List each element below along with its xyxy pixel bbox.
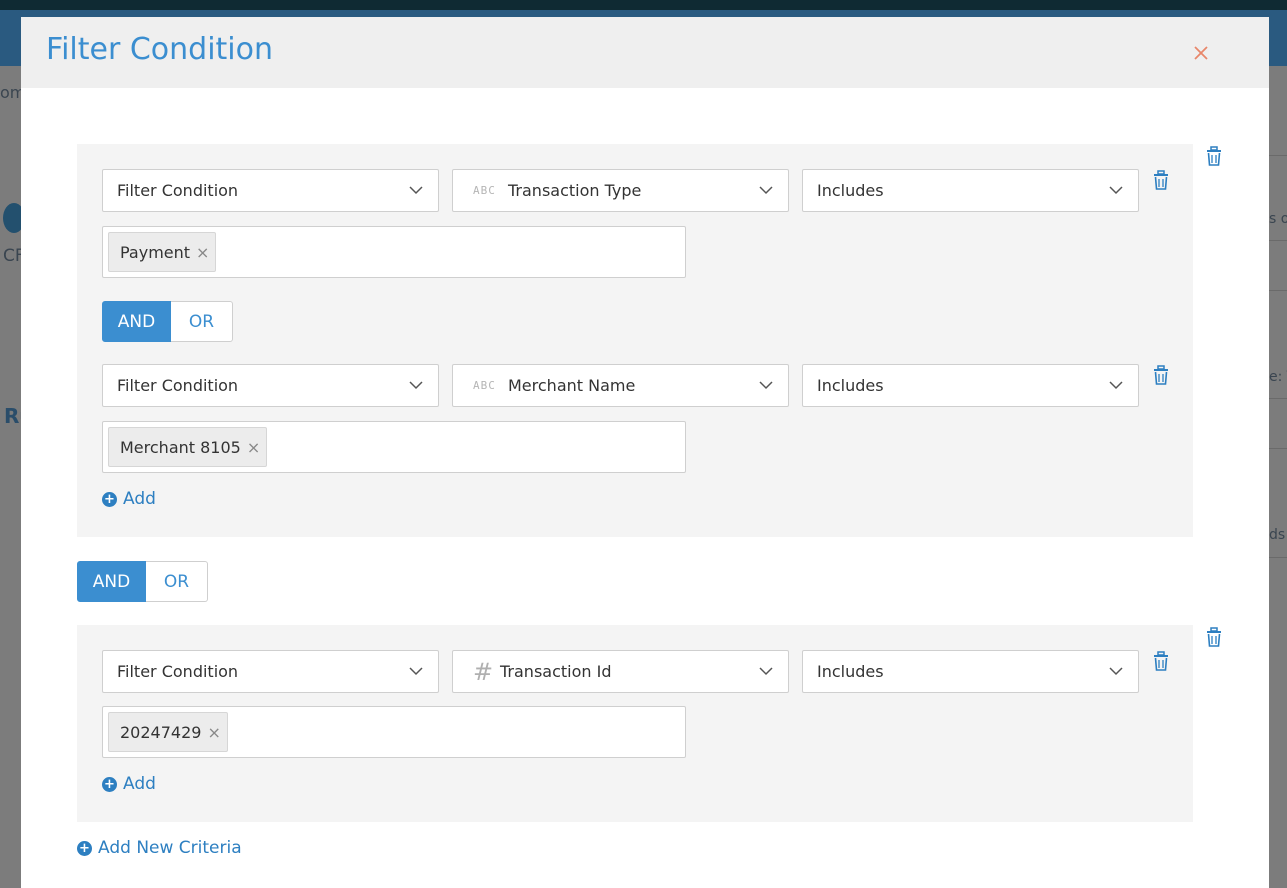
condition-select-value: Filter Condition xyxy=(117,181,239,200)
chevron-down-icon xyxy=(1109,186,1123,195)
chevron-down-icon xyxy=(1109,667,1123,676)
or-button[interactable]: OR xyxy=(146,561,208,602)
modal-title: Filter Condition xyxy=(46,32,273,67)
trash-icon[interactable] xyxy=(1152,650,1170,672)
operator-select-value: Includes xyxy=(817,376,884,395)
text-type-icon: ABC xyxy=(473,379,496,392)
field-select-value: Transaction Id xyxy=(500,662,612,681)
field-select[interactable]: ABC Merchant Name xyxy=(452,364,789,407)
values-input[interactable]: Merchant 8105 × xyxy=(102,421,686,473)
number-type-icon: # xyxy=(473,658,494,686)
app-top-bar xyxy=(0,0,1287,10)
value-tag-label: Merchant 8105 xyxy=(120,437,241,457)
and-button[interactable]: AND xyxy=(77,561,146,602)
tag-remove-icon[interactable]: × xyxy=(196,243,209,262)
tag-remove-icon[interactable]: × xyxy=(247,438,260,457)
add-condition-label: Add xyxy=(123,489,156,509)
text-type-icon: ABC xyxy=(473,184,496,197)
chevron-down-icon xyxy=(759,667,773,676)
chevron-down-icon xyxy=(409,381,423,390)
trash-icon[interactable] xyxy=(1205,626,1223,648)
value-tag: Payment × xyxy=(108,232,217,272)
field-select[interactable]: ABC Transaction Type xyxy=(452,169,789,212)
trash-icon[interactable] xyxy=(1152,364,1170,386)
add-new-criteria-link[interactable]: + Add New Criteria xyxy=(77,838,242,858)
condition-select[interactable]: Filter Condition xyxy=(102,650,439,693)
tag-remove-icon[interactable]: × xyxy=(207,723,220,742)
add-condition-link[interactable]: + Add xyxy=(102,489,156,509)
trash-icon[interactable] xyxy=(1205,145,1223,167)
plus-circle-icon: + xyxy=(77,840,92,856)
operator-select[interactable]: Includes xyxy=(802,169,1139,212)
row-joiner-toggle: AND OR xyxy=(102,301,233,342)
background-text: s o xyxy=(1269,211,1287,227)
close-icon xyxy=(1194,46,1208,60)
operator-select[interactable]: Includes xyxy=(802,650,1139,693)
background-text: e: T xyxy=(1269,369,1287,385)
modal-header: Filter Condition xyxy=(21,17,1269,88)
or-button[interactable]: OR xyxy=(171,301,233,342)
add-condition-label: Add xyxy=(123,774,156,794)
values-input[interactable]: Payment × xyxy=(102,226,686,278)
criteria-group: Filter Condition # Transaction Id Includ… xyxy=(77,625,1193,822)
and-button[interactable]: AND xyxy=(102,301,171,342)
criteria-group: Filter Condition ABC Transaction Type In… xyxy=(77,144,1193,537)
condition-select[interactable]: Filter Condition xyxy=(102,364,439,407)
chevron-down-icon xyxy=(759,186,773,195)
value-tag: Merchant 8105 × xyxy=(108,427,268,467)
value-tag-label: Payment xyxy=(120,242,191,262)
operator-select[interactable]: Includes xyxy=(802,364,1139,407)
background-text: ds xyxy=(1269,527,1286,543)
condition-select-value: Filter Condition xyxy=(117,662,239,681)
chevron-down-icon xyxy=(409,186,423,195)
chevron-down-icon xyxy=(759,381,773,390)
group-joiner-toggle: AND OR xyxy=(77,561,208,602)
plus-circle-icon: + xyxy=(102,776,117,792)
condition-select-value: Filter Condition xyxy=(117,376,239,395)
condition-select[interactable]: Filter Condition xyxy=(102,169,439,212)
filter-condition-modal: Filter Condition Filter Condition ABC Tr… xyxy=(21,17,1269,888)
add-new-criteria-label: Add New Criteria xyxy=(98,838,242,858)
operator-select-value: Includes xyxy=(817,181,884,200)
close-button[interactable] xyxy=(1187,39,1215,67)
values-input[interactable]: 20247429 × xyxy=(102,706,686,758)
add-condition-link[interactable]: + Add xyxy=(102,774,156,794)
operator-select-value: Includes xyxy=(817,662,884,681)
value-tag-label: 20247429 xyxy=(120,722,202,742)
field-select[interactable]: # Transaction Id xyxy=(452,650,789,693)
chevron-down-icon xyxy=(1109,381,1123,390)
plus-circle-icon: + xyxy=(102,491,117,507)
chevron-down-icon xyxy=(409,667,423,676)
field-select-value: Transaction Type xyxy=(508,181,642,200)
field-select-value: Merchant Name xyxy=(508,376,636,395)
value-tag: 20247429 × xyxy=(108,712,228,752)
trash-icon[interactable] xyxy=(1152,169,1170,191)
